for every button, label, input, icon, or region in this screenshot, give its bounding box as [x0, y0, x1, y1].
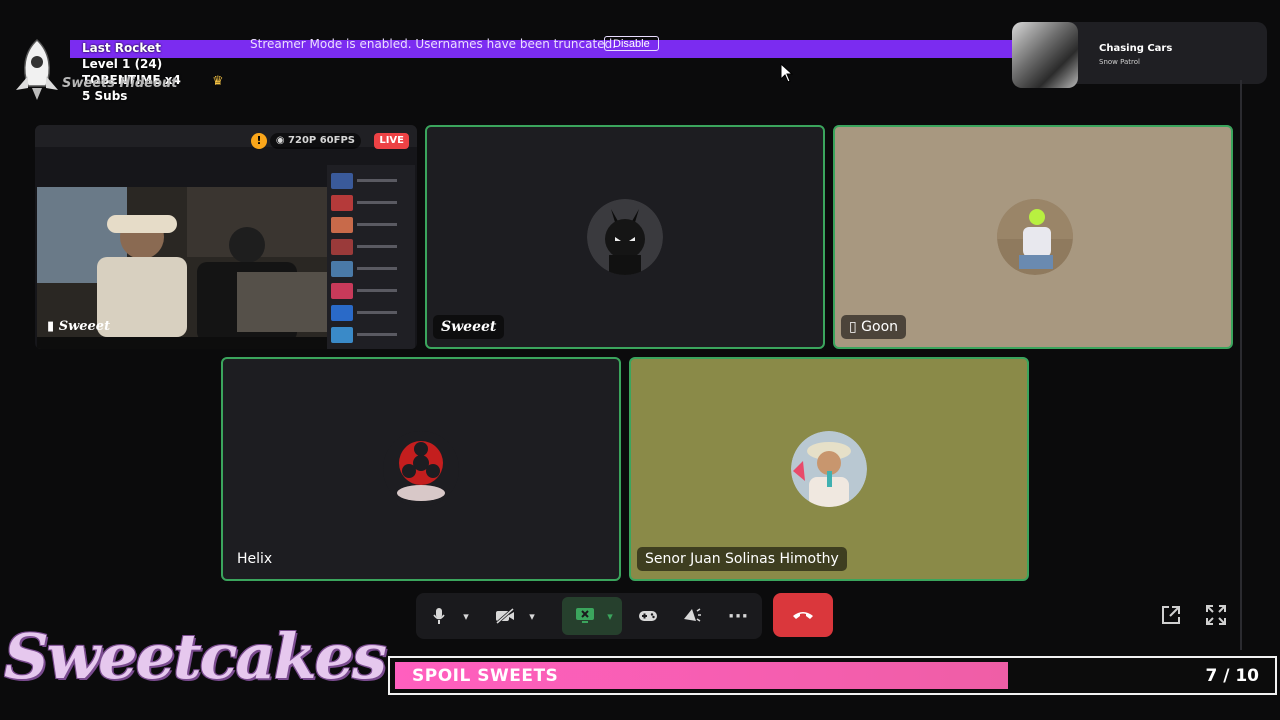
streamer-mode-text: Streamer Mode is enabled. Usernames have…: [250, 37, 616, 51]
hang-up-phone-icon: [793, 612, 813, 619]
crown-icon: ♛: [212, 74, 224, 89]
mouse-cursor-icon: [780, 63, 794, 83]
participant-tile-sweeet[interactable]: Sweeet: [425, 125, 825, 349]
goal-label: SPOIL SWEETS: [412, 666, 559, 686]
activities-gamepad-icon[interactable]: [634, 593, 662, 639]
participant-name: Sweeet: [58, 319, 111, 334]
warning-icon[interactable]: !: [251, 133, 267, 149]
now-playing-artist: Snow Patrol: [1099, 58, 1141, 66]
camera-options-chevron-down-icon[interactable]: ▾: [522, 593, 542, 639]
participant-name: Sweeet: [441, 319, 497, 335]
fullscreen-icon[interactable]: [1205, 604, 1227, 626]
participant-name-tag: Helix: [229, 547, 280, 571]
stream-quality-text: 720P 60FPS: [288, 135, 355, 146]
album-art: [1012, 22, 1078, 88]
right-divider: [1240, 80, 1242, 650]
avatar-senor-juan: [791, 431, 867, 507]
participant-name-tag: ▮ Sweeet: [39, 317, 118, 337]
screen-share-options-chevron-down-icon[interactable]: ▾: [602, 593, 618, 639]
stream-sidebar-videos: [327, 165, 415, 349]
goal-count: 7 / 10: [1205, 666, 1259, 686]
participant-tile-goon[interactable]: ▯ Goon: [833, 125, 1233, 349]
disable-streamer-mode-button[interactable]: Disable: [604, 36, 659, 51]
participant-tile-senor-juan[interactable]: Senor Juan Solinas Himothy: [629, 357, 1029, 581]
eye-icon: ◉: [275, 135, 285, 146]
popout-icon[interactable]: [1160, 604, 1182, 626]
rocket-title: Last Rocket: [82, 41, 161, 55]
sweetcakes-logo: Sweetcakes: [4, 620, 387, 693]
avatar-bunny: [587, 199, 663, 275]
participant-name-tag: Sweeet: [433, 315, 505, 339]
live-badge: LIVE: [374, 133, 409, 149]
screen-share-icon[interactable]: [572, 593, 598, 639]
screen-share-icon: ▮: [47, 319, 55, 334]
participant-name-tag: Senor Juan Solinas Himothy: [637, 547, 847, 571]
participant-tile-helix[interactable]: Helix: [221, 357, 621, 581]
stream-tile-sweeet[interactable]: ! ◉ 720P 60FPS LIVE ▮ Sweeet: [35, 125, 417, 349]
camera-off-icon[interactable]: [492, 593, 518, 639]
more-options-icon[interactable]: ···: [724, 593, 752, 639]
participant-name: Senor Juan Solinas Himothy: [645, 551, 839, 567]
participant-name: Goon: [861, 319, 899, 335]
rocket-alert: Last Rocket Level 1 (24) TOBENTIME x4 5 …: [82, 40, 181, 104]
call-controls-bar: ▾ ▾ ▾ ···: [416, 593, 762, 639]
mic-options-chevron-down-icon[interactable]: ▾: [456, 593, 476, 639]
goal-bar: SPOIL SWEETS 7 / 10: [388, 656, 1277, 695]
soundboard-icon[interactable]: [678, 593, 706, 639]
now-playing-title: Chasing Cars: [1099, 43, 1173, 54]
stream-quality-badge: ◉ 720P 60FPS: [269, 133, 361, 149]
participant-name: Helix: [237, 551, 273, 567]
server-name[interactable]: Sweets Hideout: [62, 76, 177, 91]
disconnect-button[interactable]: [773, 593, 833, 637]
rocket-level: Level 1 (24): [82, 57, 163, 71]
avatar-biohazard: [383, 431, 459, 507]
participant-name-tag: ▯ Goon: [841, 315, 907, 339]
avatar-goon: [997, 199, 1073, 275]
rocket-icon: [16, 38, 58, 100]
mobile-phone-icon: ▯: [849, 319, 857, 335]
microphone-icon[interactable]: [426, 593, 452, 639]
